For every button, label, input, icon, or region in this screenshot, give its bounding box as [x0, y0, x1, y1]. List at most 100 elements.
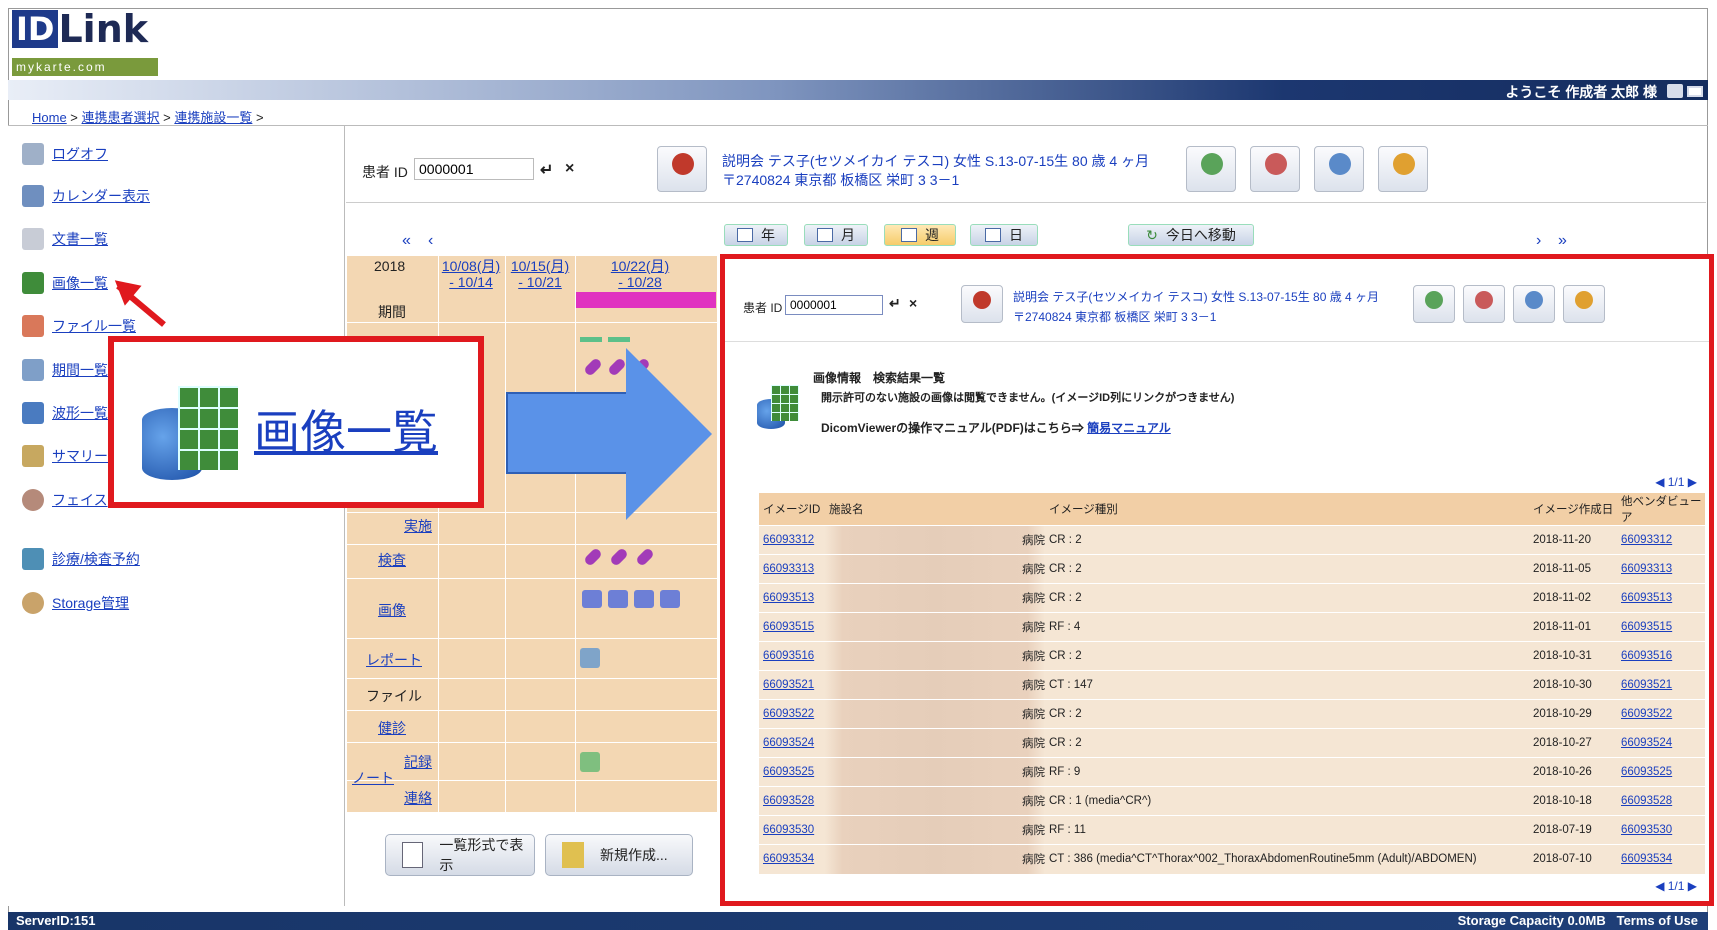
- window-icon[interactable]: [1687, 86, 1703, 97]
- viewer-link[interactable]: 66093513: [1621, 592, 1672, 604]
- view-year-button[interactable]: 年: [724, 224, 788, 246]
- today-button[interactable]: ↻ 今日へ移動: [1128, 224, 1254, 246]
- image-id-link[interactable]: 66093313: [763, 563, 814, 575]
- sidebar-item-storage[interactable]: Storage管理: [22, 590, 129, 616]
- viewer-link[interactable]: 66093530: [1621, 824, 1672, 836]
- sidebar-item-images[interactable]: 画像一覧: [22, 270, 108, 296]
- patient-id-input[interactable]: [785, 295, 883, 315]
- week-1-header[interactable]: 10/08(月) - 10/14: [438, 258, 504, 290]
- clear-icon[interactable]: ×: [565, 160, 574, 178]
- table-row: 66093513 病院 CR : 2 2018-11-02 66093513: [759, 583, 1705, 613]
- sidebar-item-summary[interactable]: サマリー: [22, 443, 108, 469]
- viewer-link[interactable]: 66093524: [1621, 737, 1672, 749]
- viewer-link[interactable]: 66093312: [1621, 534, 1672, 546]
- image-id-link[interactable]: 66093516: [763, 650, 814, 662]
- prev-icon[interactable]: ‹: [428, 232, 433, 250]
- table-row: 66093515 病院 RF : 4 2018-11-01 66093515: [759, 612, 1705, 642]
- prev-fast-icon[interactable]: «: [402, 232, 411, 250]
- sidebar-item-calendar[interactable]: カレンダー表示: [22, 183, 150, 209]
- image-id-link[interactable]: 66093530: [763, 824, 814, 836]
- image-id-link[interactable]: 66093312: [763, 534, 814, 546]
- image-id-link[interactable]: 66093522: [763, 708, 814, 720]
- user-icon[interactable]: [1667, 84, 1683, 98]
- breadcrumb-patient-select[interactable]: 連携患者選択: [82, 110, 160, 125]
- calendar-icon: [901, 228, 917, 242]
- row-checkup-label[interactable]: 健診: [378, 718, 406, 738]
- row-report-label[interactable]: レポート: [366, 650, 422, 670]
- week-2-header[interactable]: 10/15(月) - 10/21: [505, 258, 575, 290]
- enter-icon[interactable]: ↵: [889, 295, 901, 312]
- view-week-button[interactable]: 週: [884, 224, 956, 246]
- record-icon[interactable]: [580, 752, 600, 772]
- participation-button[interactable]: [1463, 285, 1505, 323]
- image-date: 2018-10-31: [1529, 641, 1617, 671]
- image-id-link[interactable]: 66093525: [763, 766, 814, 778]
- enter-icon[interactable]: ↵: [540, 160, 553, 180]
- viewer-link[interactable]: 66093534: [1621, 853, 1672, 865]
- image-icon[interactable]: [608, 590, 628, 608]
- period-bar[interactable]: [576, 292, 716, 308]
- viewer-link[interactable]: 66093313: [1621, 563, 1672, 575]
- image-id-link[interactable]: 66093524: [763, 737, 814, 749]
- report-icon[interactable]: [580, 648, 600, 668]
- viewer-link[interactable]: 66093528: [1621, 795, 1672, 807]
- row-exam-label[interactable]: 検査: [378, 550, 406, 570]
- row-contact-label[interactable]: 連絡: [404, 788, 432, 808]
- sidebar-item-logoff[interactable]: ログオフ: [22, 141, 108, 167]
- viewer-link[interactable]: 66093516: [1621, 650, 1672, 662]
- view-day-button[interactable]: 日: [970, 224, 1038, 246]
- history-icon: [1329, 153, 1351, 175]
- patient-id-input[interactable]: [414, 158, 534, 180]
- access-history-button[interactable]: [1513, 285, 1555, 323]
- facility-name: 病院: [825, 583, 1045, 613]
- latest-data-button[interactable]: [1186, 146, 1236, 192]
- waveform-icon: [22, 402, 44, 424]
- view-month-button[interactable]: 月: [804, 224, 868, 246]
- pager-top[interactable]: ◀ 1/1 ▶: [1655, 475, 1697, 489]
- image-icon[interactable]: [634, 590, 654, 608]
- viewer-link[interactable]: 66093522: [1621, 708, 1672, 720]
- latest-data-button[interactable]: [1413, 285, 1455, 323]
- breadcrumb-facility-list[interactable]: 連携施設一覧: [174, 110, 252, 125]
- sidebar-item-periods[interactable]: 期間一覧: [22, 357, 108, 383]
- next-fast-icon[interactable]: »: [1558, 232, 1567, 250]
- sidebar-item-waveforms[interactable]: 波形一覧: [22, 400, 108, 426]
- new-create-button[interactable]: 新規作成...: [545, 834, 693, 876]
- week-3-header[interactable]: 10/22(月) - 10/28: [580, 258, 700, 290]
- image-id-link[interactable]: 66093515: [763, 621, 814, 633]
- personal-info-button[interactable]: [961, 285, 1003, 323]
- clear-icon[interactable]: ×: [909, 295, 917, 311]
- viewer-link[interactable]: 66093521: [1621, 679, 1672, 691]
- sidebar-item-documents[interactable]: 文書一覧: [22, 226, 108, 252]
- row-note-label[interactable]: ノート: [352, 768, 394, 788]
- summary-icon: [22, 445, 44, 467]
- next-icon[interactable]: ›: [1536, 232, 1541, 250]
- participation-button[interactable]: [1250, 146, 1300, 192]
- image-id-link[interactable]: 66093521: [763, 679, 814, 691]
- breadcrumb-home[interactable]: Home: [32, 110, 67, 125]
- image-id-link[interactable]: 66093528: [763, 795, 814, 807]
- personal-info-button[interactable]: [657, 146, 707, 192]
- time-display-button[interactable]: [1563, 285, 1605, 323]
- time-display-button[interactable]: [1378, 146, 1428, 192]
- row-record-label[interactable]: 記録: [404, 752, 432, 772]
- image-type: CT : 147: [1045, 670, 1529, 700]
- access-history-button[interactable]: [1314, 146, 1364, 192]
- list-view-button[interactable]: 一覧形式で表示: [385, 834, 535, 876]
- image-id-link[interactable]: 66093534: [763, 853, 814, 865]
- sidebar-item-reservation[interactable]: 診療/検査予約: [22, 546, 140, 572]
- image-icon[interactable]: [660, 590, 680, 608]
- manual-link[interactable]: 簡易マニュアル: [1087, 421, 1171, 435]
- table-row: 66093525 病院 RF : 9 2018-10-26 66093525: [759, 757, 1705, 787]
- row-impl-label[interactable]: 実施: [404, 516, 432, 536]
- row-image-label[interactable]: 画像: [378, 600, 406, 620]
- image-icon[interactable]: [582, 590, 602, 608]
- viewer-link[interactable]: 66093525: [1621, 766, 1672, 778]
- viewer-link[interactable]: 66093515: [1621, 621, 1672, 633]
- image-id-link[interactable]: 66093513: [763, 592, 814, 604]
- table-row: 66093313 病院 CR : 2 2018-11-05 66093313: [759, 554, 1705, 584]
- sidebar-item-face[interactable]: フェイス: [22, 487, 108, 513]
- terms-link[interactable]: Terms of Use: [1617, 913, 1698, 928]
- pager-bottom[interactable]: ◀ 1/1 ▶: [1655, 879, 1697, 893]
- facility-name: 病院: [825, 612, 1045, 642]
